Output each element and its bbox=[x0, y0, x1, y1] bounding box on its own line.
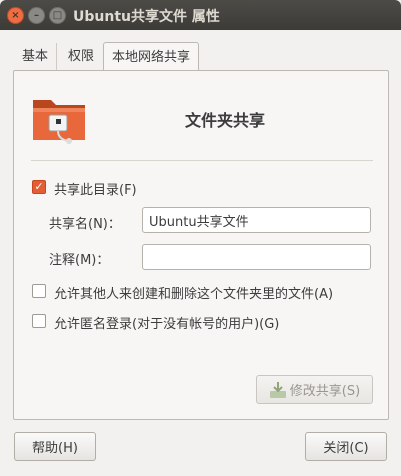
allow-others-label: 允许其他人来创建和删除这个文件夹里的文件(A) bbox=[54, 287, 334, 302]
guest-access-checkbox[interactable] bbox=[32, 314, 46, 328]
close-window-button[interactable]: × bbox=[7, 7, 24, 24]
share-folder-label: 共享此目录(F) bbox=[54, 183, 137, 198]
share-name-label: 共享名(N)： bbox=[49, 217, 121, 232]
window-title: Ubuntu共享文件 属性 bbox=[73, 9, 220, 25]
tab-local-network-share[interactable]: 本地网络共享 bbox=[103, 42, 200, 72]
share-name-input[interactable] bbox=[142, 207, 371, 233]
divider bbox=[31, 160, 373, 161]
help-button[interactable]: 帮助(H) bbox=[14, 432, 96, 461]
maximize-window-button[interactable]: □ bbox=[49, 7, 66, 24]
allow-others-checkbox[interactable] bbox=[32, 284, 46, 298]
folder-share-icon bbox=[33, 100, 85, 144]
share-folder-checkbox[interactable]: ✓ bbox=[32, 180, 46, 194]
section-heading: 文件夹共享 bbox=[185, 111, 266, 130]
comment-label: 注释(M)： bbox=[49, 253, 110, 268]
title-bar: × – □ Ubuntu共享文件 属性 bbox=[0, 0, 401, 30]
modify-share-label: 修改共享(S) bbox=[289, 384, 361, 399]
guest-access-label: 允许匿名登录(对于没有帐号的用户)(G) bbox=[54, 317, 280, 332]
minimize-window-button[interactable]: – bbox=[28, 7, 45, 24]
tab-permissions[interactable]: 权限 bbox=[60, 43, 102, 71]
close-button[interactable]: 关闭(C) bbox=[305, 432, 387, 461]
tab-basic[interactable]: 基本 bbox=[14, 43, 58, 71]
comment-input[interactable] bbox=[142, 244, 371, 270]
modify-share-button[interactable]: 修改共享(S) bbox=[256, 375, 373, 404]
install-icon bbox=[269, 381, 286, 398]
